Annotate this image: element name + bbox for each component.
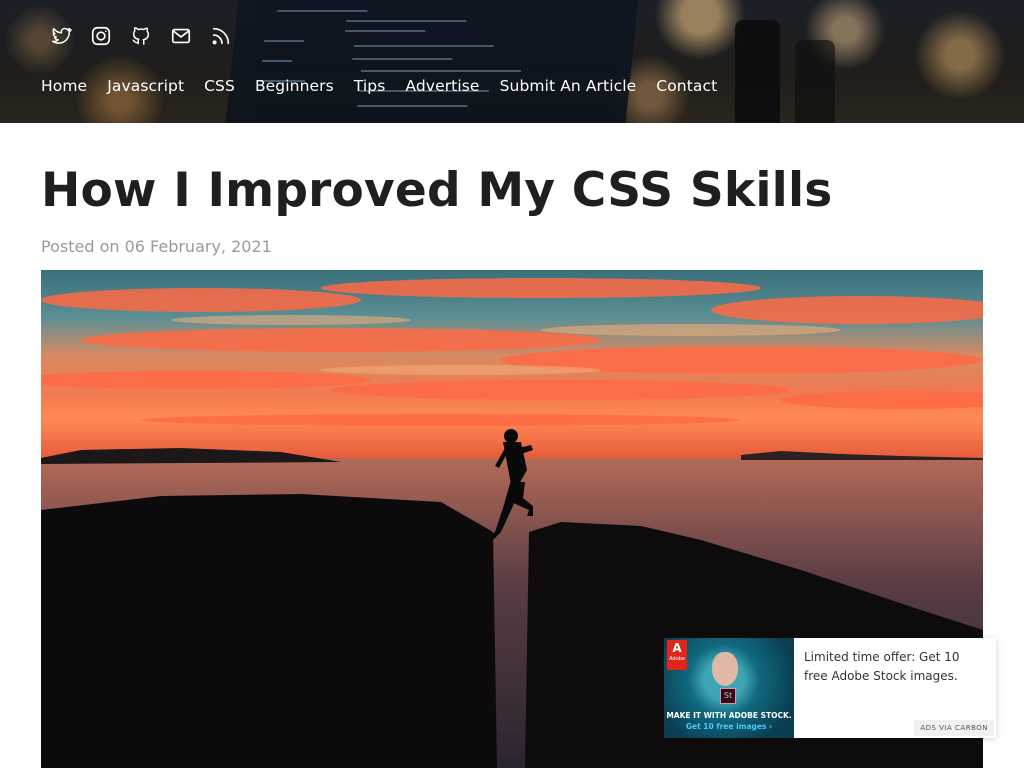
- adobe-stock-badge: St: [720, 688, 736, 704]
- ad-portrait: [712, 652, 738, 686]
- nav-submit-article[interactable]: Submit An Article: [500, 76, 637, 96]
- post-date: Posted on 06 February, 2021: [41, 237, 272, 256]
- social-links: [50, 25, 250, 47]
- nav-home[interactable]: Home: [41, 76, 87, 96]
- site-header: Home Javascript CSS Beginners Tips Adver…: [0, 0, 1024, 123]
- nav-javascript[interactable]: Javascript: [107, 76, 184, 96]
- github-icon[interactable]: [130, 25, 152, 47]
- twitter-icon[interactable]: [50, 25, 72, 47]
- nav-css[interactable]: CSS: [204, 76, 235, 96]
- ad-text[interactable]: Limited time offer: Get 10 free Adobe St…: [804, 648, 984, 686]
- rss-icon[interactable]: [210, 25, 232, 47]
- nav-tips[interactable]: Tips: [354, 76, 386, 96]
- ad-image[interactable]: A Adobe St MAKE IT WITH ADOBE STOCK. Get…: [664, 638, 794, 738]
- adobe-logo-icon: A Adobe: [667, 640, 687, 670]
- header-background-screen: [225, 0, 639, 123]
- ads-via-carbon-label[interactable]: ADS VIA CARBON: [914, 720, 994, 736]
- ad-caption-link[interactable]: Get 10 free images ›: [664, 722, 794, 731]
- instagram-icon[interactable]: [90, 25, 112, 47]
- nav-contact[interactable]: Contact: [656, 76, 717, 96]
- article-title: How I Improved My CSS Skills: [41, 163, 833, 218]
- ad-caption-headline: MAKE IT WITH ADOBE STOCK.: [666, 711, 792, 720]
- mail-icon[interactable]: [170, 25, 192, 47]
- nav-beginners[interactable]: Beginners: [255, 76, 334, 96]
- carbon-ad[interactable]: A Adobe St MAKE IT WITH ADOBE STOCK. Get…: [664, 638, 996, 738]
- main-nav: Home Javascript CSS Beginners Tips Adver…: [41, 76, 737, 96]
- nav-advertise[interactable]: Advertise: [405, 76, 479, 96]
